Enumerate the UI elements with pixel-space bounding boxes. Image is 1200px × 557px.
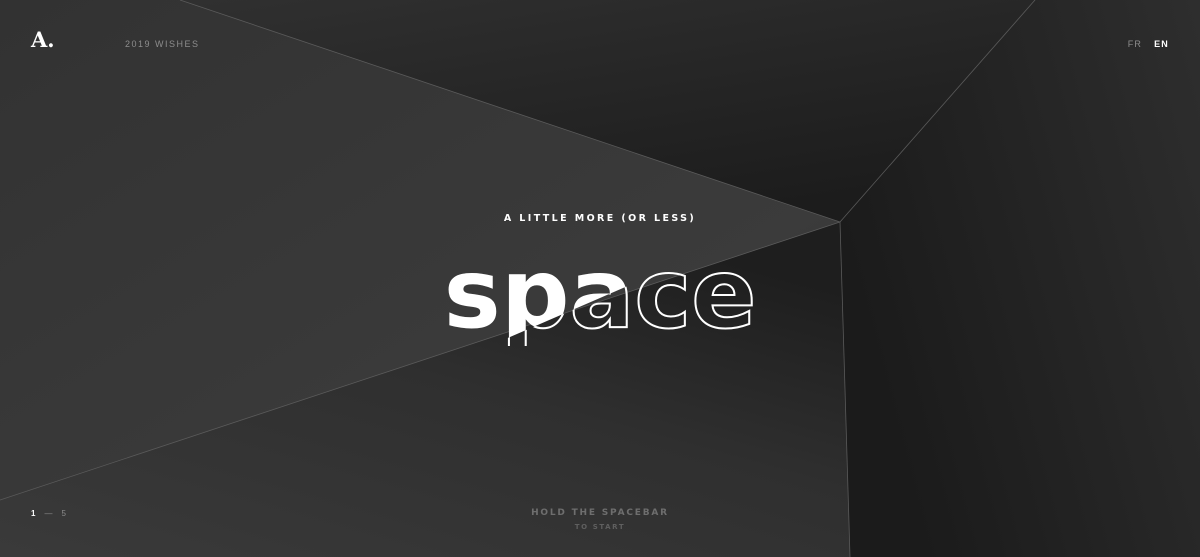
site-label: 2019 WISHES <box>125 39 200 49</box>
logo[interactable]: A. <box>31 27 55 52</box>
language-fr-link[interactable]: FR <box>1128 39 1142 49</box>
headline: space space <box>0 236 1200 346</box>
spacebar-hint[interactable]: HOLD THE SPACEBAR TO START <box>0 508 1200 531</box>
language-switcher: FR EN <box>1128 39 1169 49</box>
language-en-link[interactable]: EN <box>1154 39 1169 49</box>
tagline: A LITTLE MORE (OR LESS) <box>503 213 697 224</box>
cta-line2: TO START <box>574 523 626 531</box>
cta-line1: HOLD THE SPACEBAR <box>531 508 669 518</box>
page: A. 2019 WISHES FR EN A LITTLE MORE (OR L… <box>0 0 1200 557</box>
